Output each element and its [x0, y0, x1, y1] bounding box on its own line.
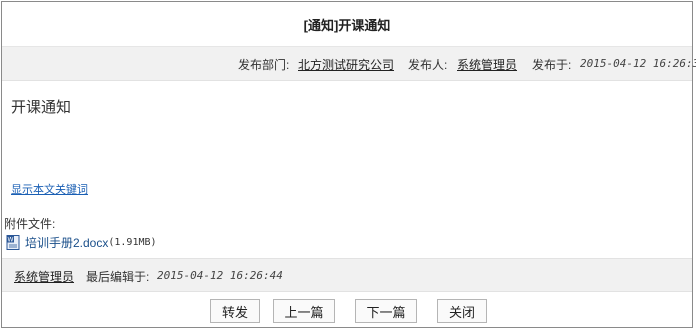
editor-link[interactable]: 系统管理员	[14, 268, 74, 285]
attachment-item[interactable]: W 培训手册2.docx (1.91MB)	[6, 234, 157, 251]
department-label: 发布部门:	[238, 58, 290, 72]
notice-title: [通知]开课通知	[2, 2, 692, 47]
publish-time-label: 发布于:	[532, 58, 572, 72]
last-edited-value: 2015-04-12 16:26:44	[157, 269, 283, 282]
last-edited-label: 最后编辑于:	[86, 270, 150, 284]
notice-body: 开课通知	[11, 99, 72, 116]
department-link[interactable]: 北方测试研究公司	[298, 56, 394, 73]
notice-window: [通知]开课通知 发布部门: 北方测试研究公司 发布人: 系统管理员 发布于: …	[1, 1, 696, 328]
attachment-size: (1.91MB)	[108, 237, 157, 248]
next-button[interactable]: 下一篇	[355, 299, 417, 323]
attachment-name-link[interactable]: 培训手册2.docx	[25, 234, 108, 251]
close-button[interactable]: 关闭	[437, 299, 487, 323]
publisher-link[interactable]: 系统管理员	[457, 56, 517, 73]
show-keywords-link[interactable]: 显示本文关键词	[11, 181, 88, 197]
attachments-label: 附件文件:	[4, 217, 56, 231]
notice-title-text: [通知]开课通知	[303, 17, 391, 33]
previous-button[interactable]: 上一篇	[273, 299, 335, 323]
publish-time-value: 2015-04-12 16:26:34	[580, 57, 696, 70]
svg-text:W: W	[8, 236, 14, 243]
publisher-label: 发布人:	[408, 58, 448, 72]
word-doc-icon: W	[6, 235, 20, 250]
notice-footer-bar: 系统管理员 最后编辑于: 2015-04-12 16:26:44	[2, 258, 692, 292]
forward-button[interactable]: 转发	[210, 299, 260, 323]
notice-meta-bar: 发布部门: 北方测试研究公司 发布人: 系统管理员 发布于: 2015-04-1…	[2, 47, 696, 81]
